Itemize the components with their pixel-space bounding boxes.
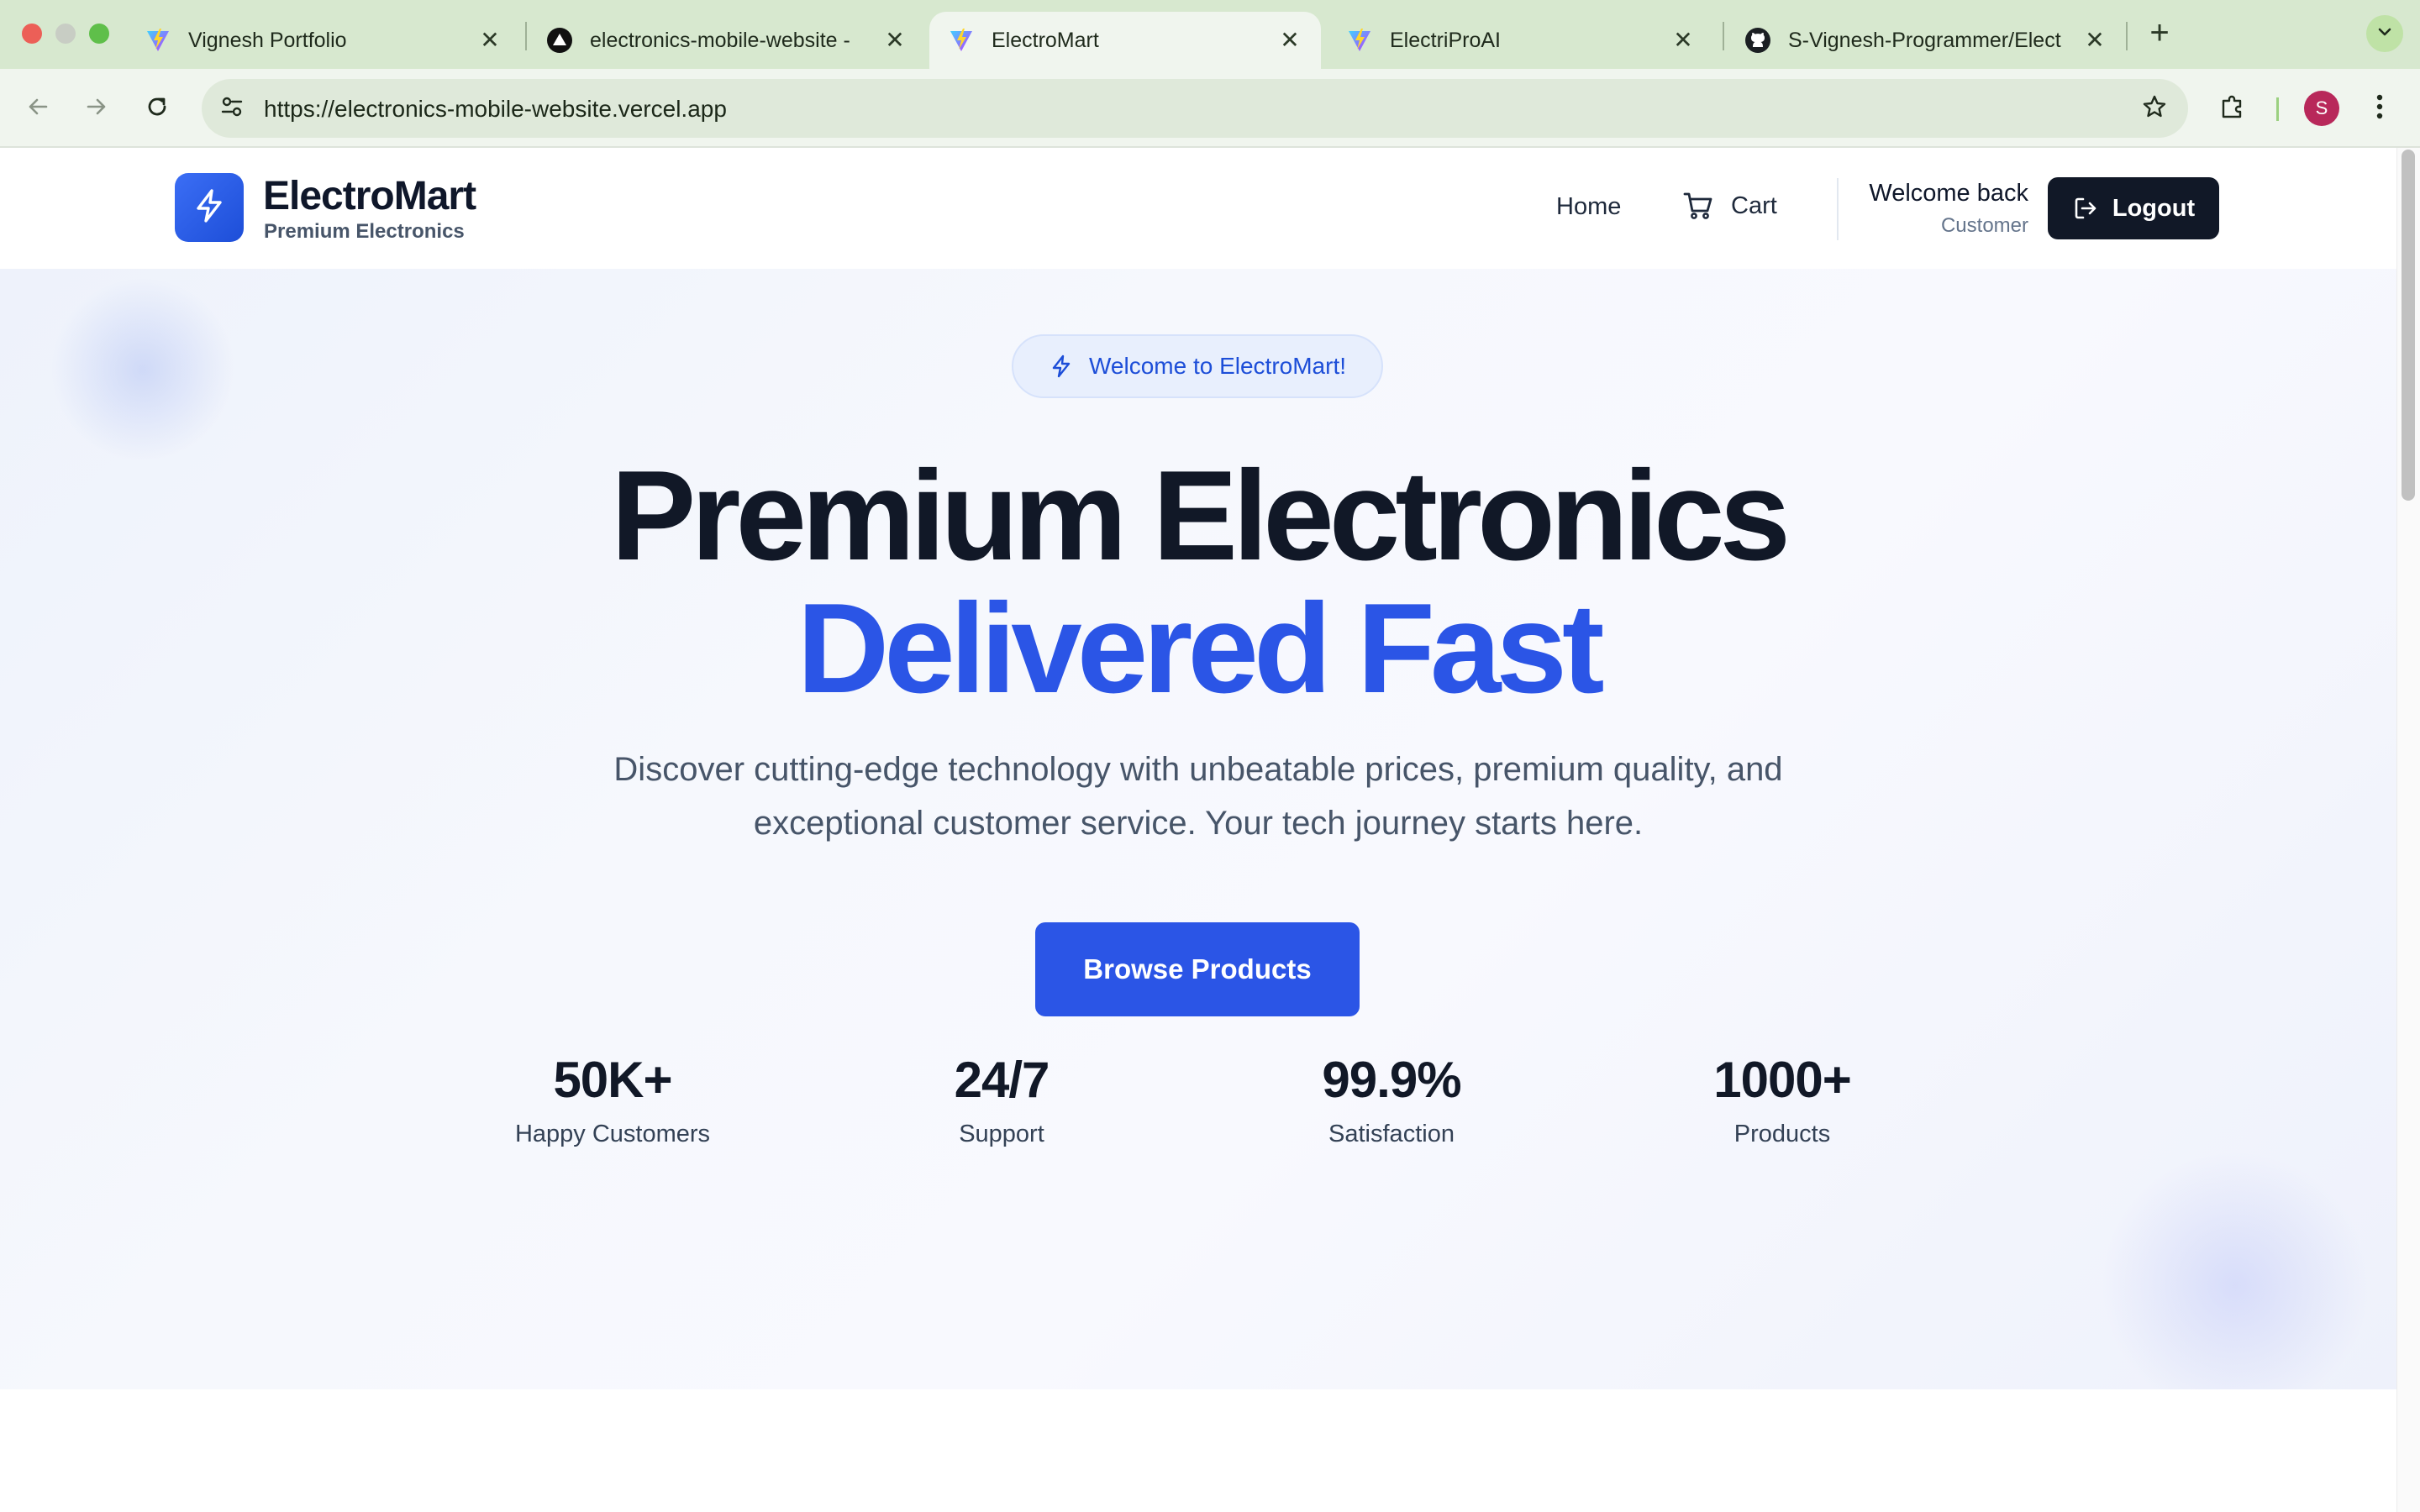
stat-label: Satisfaction — [1328, 1121, 1455, 1147]
address-bar[interactable]: https://electronics-mobile-website.verce… — [202, 79, 2188, 138]
browser-tab-electromart[interactable]: ElectroMart ✕ — [929, 12, 1321, 69]
browser-menu-button[interactable] — [2363, 91, 2396, 126]
site-header: ElectroMart Premium Electronics Home Car… — [0, 148, 2396, 269]
star-icon — [2141, 93, 2168, 124]
scrollbar-thumb[interactable] — [2402, 150, 2415, 501]
stat-label: Support — [959, 1121, 1044, 1147]
browser-tab-vignesh-portfolio[interactable]: Vignesh Portfolio ✕ — [126, 12, 521, 69]
extensions-button[interactable] — [2213, 89, 2252, 128]
hero-headline: Premium Electronics — [610, 444, 1791, 587]
logout-label: Logout — [2112, 194, 2196, 222]
tab-separator — [525, 22, 527, 50]
puzzle-icon — [2218, 92, 2247, 125]
forward-button[interactable] — [77, 89, 116, 128]
new-tab-button[interactable]: + — [2141, 15, 2178, 52]
page-viewport: ElectroMart Premium Electronics Home Car… — [0, 148, 2420, 1512]
browser-tab-vercel[interactable]: electronics-mobile-website - ✕ — [528, 12, 926, 69]
shopping-cart-icon — [1682, 190, 1714, 222]
reload-button[interactable] — [138, 89, 176, 128]
lightning-icon — [191, 187, 228, 228]
close-tab-icon[interactable]: ✕ — [2082, 29, 2107, 52]
brand-name[interactable]: ElectroMart — [263, 173, 476, 219]
hero-section: Welcome to ElectroMart! Premium Electron… — [0, 269, 2396, 1389]
stat-happy-customers: 50K+ Happy Customers — [478, 1055, 747, 1148]
tab-separator — [1723, 22, 1724, 50]
stat-products: 1000+ Products — [1648, 1055, 1917, 1148]
tab-title: ElectriProAI — [1390, 28, 1501, 52]
vite-logo-icon — [948, 27, 975, 54]
back-button[interactable] — [18, 89, 57, 128]
tab-title: ElectroMart — [992, 28, 1099, 52]
site-info-button[interactable] — [213, 90, 250, 127]
logout-icon — [2072, 195, 2099, 222]
hero-headline-accent: Delivered Fast — [797, 577, 1604, 720]
decorative-blob — [2101, 1151, 2370, 1389]
browser-toolbar: https://electronics-mobile-website.verce… — [0, 69, 2420, 148]
stat-value: 99.9% — [1322, 1052, 1461, 1108]
browse-products-button[interactable]: Browse Products — [1035, 922, 1360, 1016]
close-tab-icon[interactable]: ✕ — [882, 29, 908, 52]
browser-tab-bar: Vignesh Portfolio ✕ electronics-mobile-w… — [0, 0, 2420, 69]
tab-title: S-Vignesh-Programmer/Elect — [1788, 28, 2061, 52]
page-scrollbar[interactable] — [2396, 148, 2420, 1512]
bookmark-button[interactable] — [2136, 90, 2173, 127]
stat-satisfaction: 99.9% Satisfaction — [1257, 1055, 1526, 1148]
arrow-left-icon — [24, 93, 51, 124]
stat-support: 24/7 Support — [867, 1055, 1136, 1148]
browser-tab-github[interactable]: S-Vignesh-Programmer/Elect ✕ — [1726, 12, 2126, 69]
browser-tab-electriproai[interactable]: ElectriProAI ✕ — [1328, 12, 1714, 69]
url-text: https://electronics-mobile-website.verce… — [264, 96, 727, 122]
user-role: Customer — [1940, 214, 2028, 237]
stat-label: Products — [1733, 1121, 1831, 1147]
lightning-icon — [1049, 354, 1074, 379]
github-logo-icon — [1744, 27, 1771, 54]
close-tab-icon[interactable]: ✕ — [1277, 29, 1302, 52]
decorative-blob — [50, 277, 235, 462]
brand-tagline: Premium Electronics — [264, 220, 465, 243]
stat-value: 50K+ — [553, 1052, 672, 1108]
tune-icon — [219, 94, 245, 123]
vite-logo-icon — [1346, 27, 1373, 54]
stat-label: Happy Customers — [514, 1121, 711, 1147]
tab-separator — [2126, 22, 2128, 50]
close-tab-icon[interactable]: ✕ — [1670, 29, 1696, 52]
nav-link-cart[interactable]: Cart — [1682, 190, 1777, 222]
toolbar-separator — [2276, 97, 2279, 121]
brand-logo[interactable] — [175, 173, 244, 242]
welcome-badge: Welcome to ElectroMart! — [1012, 334, 1383, 398]
stat-value: 1000+ — [1713, 1052, 1852, 1108]
welcome-badge-text: Welcome to ElectroMart! — [1088, 353, 1347, 379]
tab-search-button[interactable] — [2366, 15, 2403, 52]
welcome-text: Welcome back — [1869, 180, 2028, 207]
hero-description: Discover cutting-edge technology with un… — [613, 751, 1783, 842]
nav-link-home[interactable]: Home — [1556, 193, 1621, 221]
vercel-logo-icon — [546, 27, 573, 54]
tab-title: Vignesh Portfolio — [188, 28, 347, 52]
maximize-window-button[interactable] — [89, 24, 109, 44]
close-window-button[interactable] — [22, 24, 42, 44]
minimize-window-button[interactable] — [55, 24, 76, 44]
more-vertical-icon — [2375, 92, 2384, 125]
reload-icon — [144, 93, 171, 124]
close-tab-icon[interactable]: ✕ — [477, 29, 502, 52]
vite-logo-icon — [145, 27, 171, 54]
profile-avatar[interactable]: S — [2304, 91, 2339, 126]
logout-button[interactable]: Logout — [2048, 177, 2219, 239]
chevron-down-icon — [2375, 22, 2395, 46]
tab-title: electronics-mobile-website - — [590, 28, 850, 52]
header-divider — [1837, 178, 1839, 240]
stat-value: 24/7 — [954, 1052, 1050, 1108]
cart-label: Cart — [1731, 192, 1777, 219]
arrow-right-icon — [83, 93, 110, 124]
